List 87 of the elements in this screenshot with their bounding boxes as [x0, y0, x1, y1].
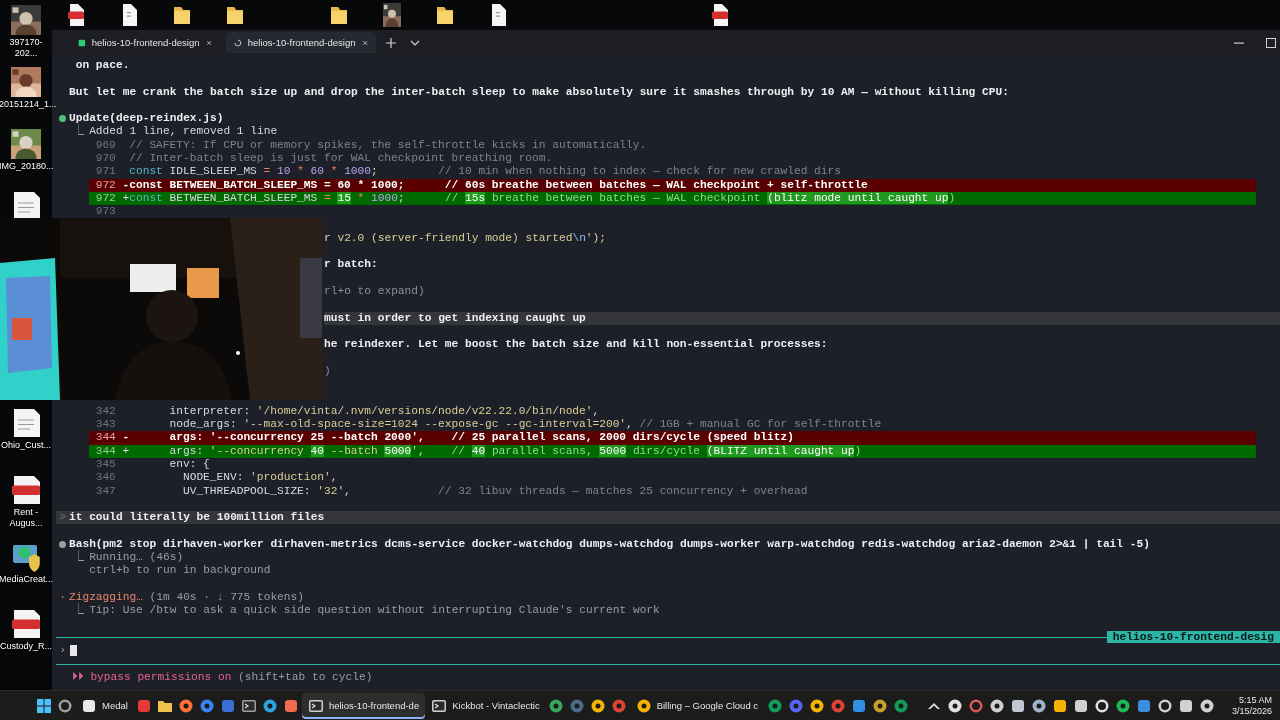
document-icon[interactable] — [120, 3, 138, 27]
circle-icon[interactable] — [1030, 697, 1047, 714]
code-line: env: { — [168, 457, 210, 472]
mode-hint: (shift+tab to cycle) — [238, 670, 373, 684]
line-number: 346 — [94, 471, 116, 485]
square-icon[interactable] — [1051, 697, 1068, 714]
square-icon[interactable] — [1009, 697, 1026, 714]
line-number: 342 — [94, 404, 116, 418]
document-icon[interactable] — [11, 408, 41, 438]
tree-glyph: ⎿ — [73, 125, 84, 139]
line-number: 972 — [94, 178, 116, 192]
ring-icon[interactable] — [1093, 697, 1110, 714]
line-number: 973 — [94, 205, 116, 219]
code-line: - args: '--concurrency 25 --batch 2000', // 25 parallel scans, 2000 dirs/cycle (speed blitz) — [122, 431, 794, 445]
circle-icon[interactable] — [988, 697, 1005, 714]
line-number: 970 — [94, 152, 116, 166]
document-icon[interactable] — [489, 3, 507, 27]
user-message: must in order to get indexing caught up — [324, 311, 1280, 325]
output-text: Added 1 line, removed 1 line — [89, 125, 278, 139]
code-line: UV_THREADPOOL_SIZE: '32', // 32 libuv threads — matches 25 concurrency + overhead — [181, 484, 808, 498]
maximize-icon — [1266, 37, 1276, 48]
circle-icon[interactable] — [946, 697, 963, 714]
status-label: Zigzagging… — [69, 590, 143, 604]
code-text: rl+o to expand) — [324, 285, 425, 299]
code-line: node_args: '--max-old-space-size=1024 --expose-gc --gc-interval=200', // 1GB + manual GC for self-throttle — [168, 418, 882, 432]
line-number: 972 — [94, 191, 116, 206]
tab[interactable]: helios-10-frontend-design — [226, 32, 376, 53]
taskbar-button[interactable]: Medal — [75, 692, 134, 719]
code-line: // SAFETY: If CPU or memory spikes, the self-throttle kicks in automatically. — [128, 138, 647, 153]
tree-glyph: ⎿ — [73, 551, 84, 565]
code-line: NODE_ENV: 'production', — [181, 471, 338, 485]
code-line: // Inter-batch sleep is just for WAL checkpoint breathing room. — [128, 152, 553, 166]
code-line: interpreter: '/home/vinta/.nvm/versions/node/v22.22.0/bin/node', — [168, 404, 600, 418]
code-line: const IDLE_SLEEP_MS = 10 * 60 * 1000; // 10 min when nothing to index — check for new crawled dirs — [128, 165, 841, 179]
icon-label[interactable]: Ohio_Cust... — [1, 440, 51, 451]
output-text: Tip: Use /btw to ask a quick side question without interrupting Claude's current work — [89, 604, 660, 618]
plus-icon — [386, 37, 396, 48]
line-number: 344 — [94, 431, 116, 445]
square-icon[interactable] — [1177, 697, 1194, 714]
square-icon[interactable] — [1135, 697, 1152, 714]
icon-label[interactable]: MediaCreat... — [0, 574, 53, 585]
document-icon[interactable] — [11, 191, 41, 221]
message-text: he reindexer. Let me boost the batch size and kill non-essential processes: — [324, 338, 828, 352]
code-text: r v2.0 (server-friendly mode) started\n'); — [324, 231, 606, 246]
output-text: ctrl+b to run in background — [89, 564, 271, 578]
line-number: 347 — [94, 484, 116, 498]
taskbar-button[interactable]: helios-10-frontend-de — [301, 692, 426, 719]
status-detail: (1m 40s · ↓ 775 tokens) — [149, 590, 304, 605]
user-message: > it could literally be 100million files — [56, 511, 1280, 525]
code-line: +const BETWEEN_BATCH_SLEEP_MS = 15 * 1000; // 15s breathe between batches — WAL checkpoint (blitz mode until caught up) — [122, 191, 956, 206]
message-text: on pace. — [74, 59, 130, 73]
tool-call: Bash(pm2 stop dirhaven-worker dirhaven-metrics dcms-service docker-watchdog dumps-watchdog dumps-worker warp-watchdog redis-watchdog aria2-daemon 2>&1 | tail -5) — [69, 537, 1150, 551]
clock-date[interactable]: 3/15/2026 — [1231, 705, 1272, 717]
tool-call: Update(deep-reindex.js) — [69, 112, 224, 125]
pdf-icon[interactable] — [11, 609, 41, 639]
square-icon[interactable] — [1072, 697, 1089, 714]
status-glyph: · — [59, 590, 66, 605]
permission-mode[interactable]: ⏵⏵ bypass permissions on — [69, 670, 232, 684]
icon-label[interactable]: 397170-202... — [0, 37, 53, 59]
pdf-icon[interactable] — [11, 475, 41, 505]
icon-label[interactable]: IMG_20180... — [0, 161, 53, 172]
tab[interactable]: helios-10-frontend-design — [70, 32, 220, 53]
circle-icon[interactable] — [1114, 697, 1131, 714]
icon-label[interactable]: Custody_R... — [0, 641, 52, 652]
code-line: -const BETWEEN_BATCH_SLEEP_MS = 60 * 1000; // 60s breathe between batches — WAL checkpoint + self-throttle — [122, 178, 868, 192]
taskbar-button[interactable]: Kickbot - Vintaclectic — [425, 692, 546, 719]
code-line: + args: '--concurrency 40 --batch 5000', // 40 parallel scans, 5000 dirs/cycle (BLITZ until caught up) — [122, 444, 862, 458]
monitor-shield-icon[interactable] — [11, 542, 41, 572]
line-number: 345 — [94, 457, 116, 472]
message-text: r batch: — [324, 258, 378, 272]
session-label: helios-10-frontend-desig — [1106, 631, 1280, 644]
tree-glyph: ⎿ — [73, 604, 84, 618]
code-text: ) — [324, 364, 331, 379]
output-text: Running… (46s) — [89, 551, 184, 565]
circle-icon[interactable] — [1198, 697, 1215, 714]
line-number: 971 — [94, 165, 116, 179]
clock-time[interactable]: 5:15 AM — [1238, 694, 1272, 706]
line-number: 343 — [94, 418, 116, 432]
icon-label[interactable]: Rent - Augus... — [0, 507, 53, 529]
line-number: 344 — [94, 444, 116, 458]
pdf-icon[interactable] — [67, 3, 85, 27]
message-text: But let me crank the batch size up and drop the inter-batch sleep to make absolutely sure it smashes through by 10 AM — without killing CPU: — [69, 85, 1009, 99]
ring-icon[interactable] — [1156, 697, 1173, 714]
pdf-icon[interactable] — [711, 3, 729, 27]
taskbar-button[interactable]: Billing – Google Cloud c — [629, 692, 765, 719]
line-number: 969 — [94, 138, 116, 153]
input-field[interactable]: › — [56, 644, 1280, 658]
